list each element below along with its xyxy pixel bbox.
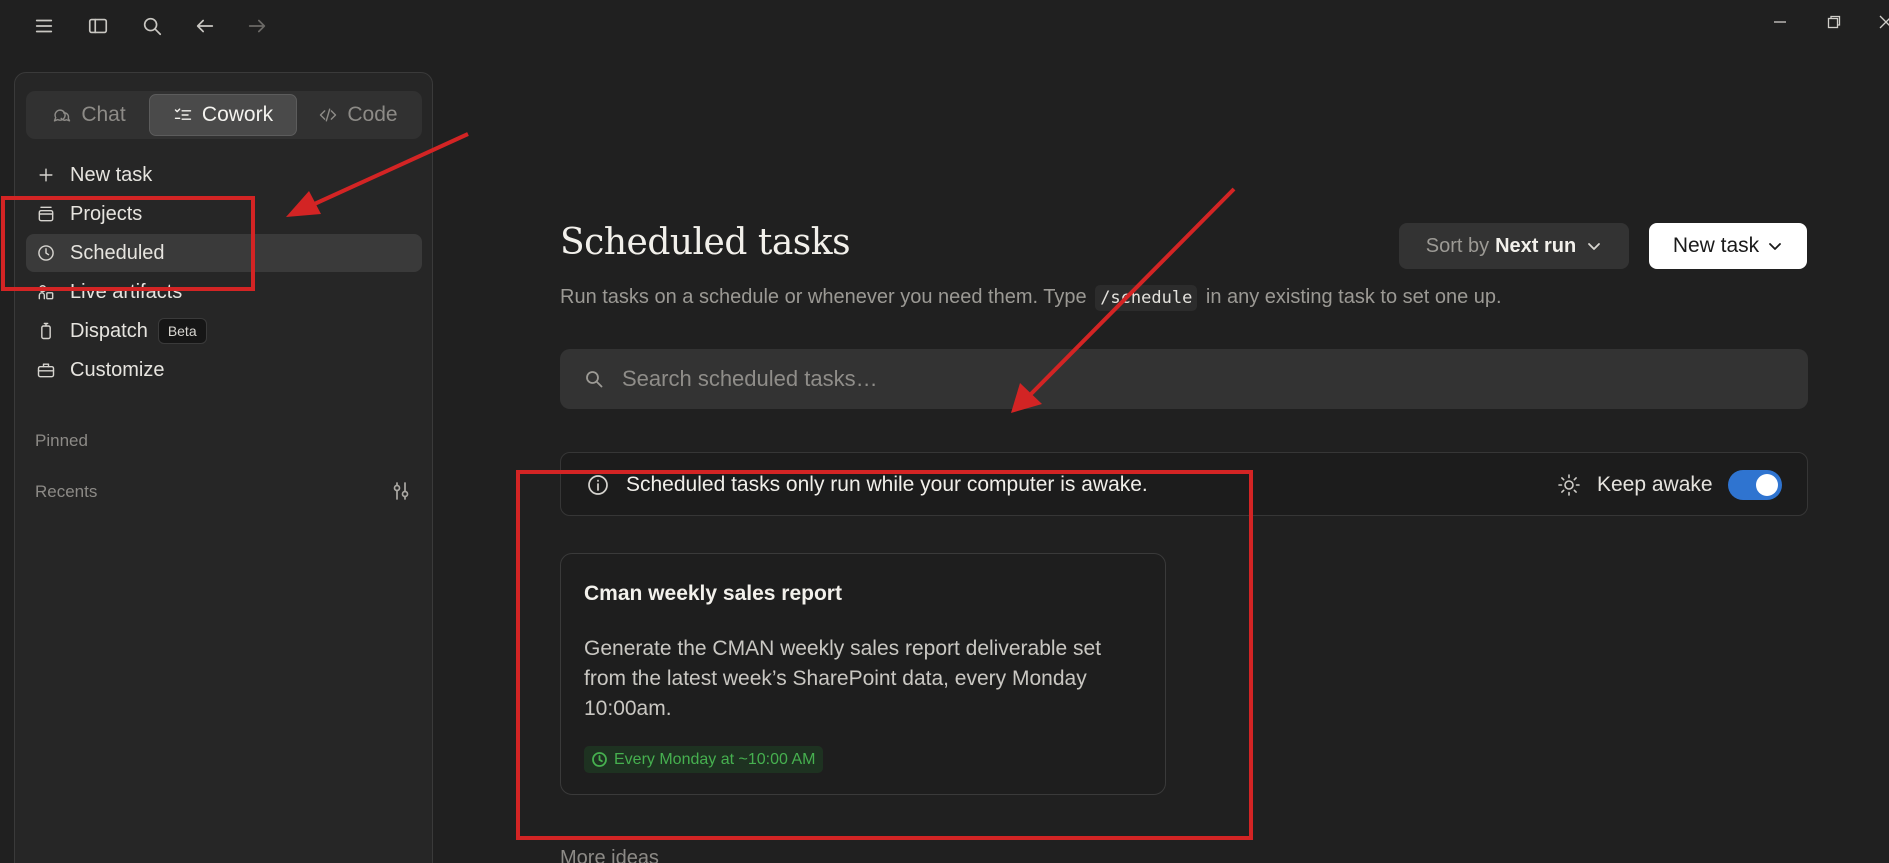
chevron-down-icon <box>1588 243 1601 250</box>
search-input[interactable] <box>622 366 1772 392</box>
search-icon <box>586 371 603 388</box>
more-ideas-heading: More ideas <box>560 847 659 863</box>
restore-icon[interactable] <box>1822 10 1846 34</box>
mode-switch: Chat Cowork Code <box>26 91 422 139</box>
briefcase-icon <box>37 363 55 378</box>
plus-icon <box>39 168 53 182</box>
filter-sliders-icon[interactable] <box>390 480 412 502</box>
tab-code[interactable]: Code <box>297 94 419 136</box>
page-subtitle: Run tasks on a schedule or whenever you … <box>560 285 1502 311</box>
phone-icon <box>41 322 51 340</box>
sidebar-panel-icon[interactable] <box>86 14 110 38</box>
new-task-button[interactable]: New task <box>1649 223 1807 269</box>
search-bar <box>560 349 1808 409</box>
schedule-command: /schedule <box>1095 285 1198 311</box>
sidebar-item-customize[interactable]: Customize <box>26 351 422 389</box>
hamburger-icon[interactable] <box>32 14 56 38</box>
chat-bubbles-icon <box>54 109 71 122</box>
keep-awake-toggle[interactable] <box>1728 470 1782 500</box>
minimize-icon[interactable] <box>1768 10 1792 34</box>
sidebar-item-label: Dispatch <box>70 319 148 342</box>
new-task-label: New task <box>1672 234 1760 257</box>
sidebar: Chat Cowork Code New task Projects Sched… <box>14 72 433 863</box>
sun-icon <box>1557 473 1581 497</box>
subtitle-text-after: in any existing task to set one up. <box>1205 286 1502 308</box>
toggle-knob <box>1756 474 1778 496</box>
annotation-box-main <box>516 470 1253 840</box>
sidebar-item-new-task[interactable]: New task <box>26 156 422 194</box>
tab-cowork-label: Cowork <box>201 103 274 126</box>
pinned-label: Pinned <box>35 431 88 450</box>
search-icon[interactable] <box>140 14 164 38</box>
sort-prefix: Sort by <box>1425 234 1490 257</box>
sidebar-item-dispatch[interactable]: Dispatch Beta <box>26 312 422 350</box>
sort-dropdown[interactable]: Sort by Next run <box>1399 223 1629 269</box>
code-brackets-icon <box>320 108 337 122</box>
recents-label: Recents <box>35 482 98 501</box>
sidebar-item-label: New task <box>70 163 153 186</box>
arrow-right-icon[interactable] <box>245 14 269 38</box>
keep-awake-label: Keep awake <box>1597 473 1713 496</box>
tab-cowork[interactable]: Cowork <box>149 94 297 136</box>
checklist-icon <box>174 108 192 120</box>
subtitle-text-before: Run tasks on a schedule or whenever you … <box>560 286 1087 308</box>
beta-badge: Beta <box>157 318 207 344</box>
page-title: Scheduled tasks <box>560 222 851 263</box>
sidebar-item-label: Customize <box>70 358 165 381</box>
tab-code-label: Code <box>347 103 398 126</box>
tab-chat[interactable]: Chat <box>29 94 149 136</box>
sort-value: Next run <box>1495 234 1577 257</box>
annotation-box-sidebar <box>1 196 255 291</box>
tab-chat-label: Chat <box>81 103 126 126</box>
arrow-left-icon[interactable] <box>193 14 217 38</box>
close-icon[interactable] <box>1874 10 1889 34</box>
chevron-down-icon <box>1769 243 1782 250</box>
